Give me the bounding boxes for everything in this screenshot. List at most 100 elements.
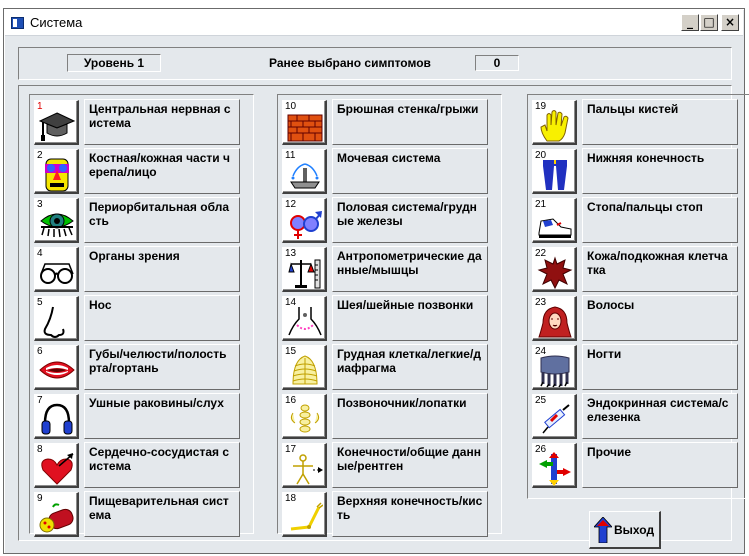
food-icon [39, 503, 74, 533]
arrows-icon [539, 452, 571, 486]
category-26-label[interactable]: Прочие [582, 442, 738, 488]
window-title: Система [30, 15, 83, 30]
category-3-label[interactable]: Периорбитальная область [84, 197, 240, 243]
category-item: 1 Центральная нервная система [34, 99, 252, 145]
category-10-label[interactable]: Брюшная стенка/грыжи [332, 99, 488, 145]
category-14-label[interactable]: Шея/шейные позвонки [332, 295, 488, 341]
category-8-button[interactable]: 8 [34, 443, 79, 488]
category-26-button[interactable]: 26 [532, 443, 577, 488]
category-item: 26 Прочие [532, 442, 749, 488]
category-25-label[interactable]: Эндокринная система/селезенка [582, 393, 738, 439]
close-button[interactable]: × [721, 14, 739, 31]
category-7-label[interactable]: Ушные раковины/слух [84, 393, 240, 439]
category-24-label[interactable]: Ногти [582, 344, 738, 390]
brick-wall-icon [287, 114, 323, 142]
category-4-label[interactable]: Органы зрения [84, 246, 240, 292]
category-3-button[interactable]: 3 [34, 198, 79, 243]
category-12-label[interactable]: Половая система/грудные железы [332, 197, 488, 243]
category-20-label[interactable]: Нижняя конечность [582, 148, 738, 194]
graduation-cap-icon [39, 112, 75, 141]
category-4-button[interactable]: 4 [34, 247, 79, 292]
category-23-label[interactable]: Волосы [582, 295, 738, 341]
category-14-button[interactable]: 14 [282, 296, 327, 341]
category-1-button[interactable]: 1 [34, 100, 79, 145]
category-item: 19 Пальцы кистей [532, 99, 749, 145]
category-18-label[interactable]: Верхняя конечность/кисть [332, 491, 488, 537]
level-indicator: Уровень 1 [67, 54, 161, 72]
shoe-icon [538, 218, 572, 238]
categories-panel: 1 Центральная нервная система 2 Костная/… [18, 85, 749, 549]
category-item: 21 Стопа/пальцы стоп [532, 197, 749, 243]
category-21-button[interactable]: 21 [532, 198, 577, 243]
category-22-label[interactable]: Кожа/подкожная клетчатка [582, 246, 738, 292]
category-item: 12 Половая система/грудные железы [282, 197, 500, 243]
exit-button[interactable]: Выход [589, 511, 661, 549]
category-16-button[interactable]: 16 [282, 394, 327, 439]
category-17-label[interactable]: Конечности/общие данные/рентген [332, 442, 488, 488]
category-18-button[interactable]: 18 [282, 492, 327, 537]
xray-icon [293, 454, 323, 485]
headphones-icon [41, 403, 73, 435]
category-2-button[interactable]: 2 [34, 149, 79, 194]
category-item: 15 Грудная клетка/легкие/диафрагма [282, 344, 500, 390]
category-21-label[interactable]: Стопа/пальцы стоп [582, 197, 738, 243]
category-22-button[interactable]: 22 [532, 247, 577, 292]
exit-label: Выход [614, 522, 655, 537]
hair-icon [538, 306, 572, 338]
nose-icon [43, 306, 65, 338]
category-13-label[interactable]: Антропометрические данные/мышцы [332, 246, 488, 292]
category-12-button[interactable]: 12 [282, 198, 327, 243]
category-10-button[interactable]: 10 [282, 100, 327, 145]
category-6-label[interactable]: Губы/челюсти/полость рта/гортань [84, 344, 240, 390]
spine-icon [290, 404, 320, 433]
glasses-icon [40, 263, 74, 284]
category-15-button[interactable]: 15 [282, 345, 327, 390]
category-11-label[interactable]: Мочевая система [332, 148, 488, 194]
category-20-button[interactable]: 20 [532, 149, 577, 194]
title-bar[interactable]: Система _ □ × [5, 10, 743, 36]
category-item: 9 Пищеварительная система [34, 491, 252, 537]
previous-symptoms-count: 0 [475, 55, 519, 71]
category-item: 13 Антропометрические данные/мышцы [282, 246, 500, 292]
nails-icon [540, 355, 570, 388]
category-13-button[interactable]: 13 [282, 247, 327, 292]
arm-icon [290, 502, 323, 531]
category-17-button[interactable]: 17 [282, 443, 327, 488]
category-column-1: 1 Центральная нервная система 2 Костная/… [29, 94, 254, 537]
category-item: 2 Костная/кожная части черепа/лицо [34, 148, 252, 194]
category-8-label[interactable]: Сердечно-сосудистая система [84, 442, 240, 488]
category-item: 5 Нос [34, 295, 252, 341]
category-19-button[interactable]: 19 [532, 100, 577, 145]
scales-icon [288, 259, 321, 289]
category-5-button[interactable]: 5 [34, 296, 79, 341]
category-16-label[interactable]: Позвоночник/лопатки [332, 393, 488, 439]
maximize-button[interactable]: □ [700, 14, 718, 31]
category-item: 4 Органы зрения [34, 246, 252, 292]
chest-icon [292, 355, 318, 385]
category-item: 24 Ногти [532, 344, 749, 390]
category-2-label[interactable]: Костная/кожная части черепа/лицо [84, 148, 240, 194]
category-5-label[interactable]: Нос [84, 295, 240, 341]
category-7-button[interactable]: 7 [34, 394, 79, 439]
category-24-button[interactable]: 24 [532, 345, 577, 390]
category-9-label[interactable]: Пищеварительная система [84, 491, 240, 537]
category-19-label[interactable]: Пальцы кистей [582, 99, 738, 145]
category-item: 14 Шея/шейные позвонки [282, 295, 500, 341]
category-25-button[interactable]: 25 [532, 394, 577, 439]
category-item: 7 Ушные раковины/слух [34, 393, 252, 439]
minimize-button[interactable]: _ [681, 14, 699, 31]
category-23-button[interactable]: 23 [532, 296, 577, 341]
category-9-button[interactable]: 9 [34, 492, 79, 537]
category-15-label[interactable]: Грудная клетка/легкие/диафрагма [332, 344, 488, 390]
window-controls: _ □ × [681, 14, 739, 31]
category-item: 10 Брюшная стенка/грыжи [282, 99, 500, 145]
app-icon [11, 16, 24, 29]
previous-symptoms-label: Ранее выбрано симптомов [269, 56, 431, 70]
category-item: 3 Периорбитальная область [34, 197, 252, 243]
category-item: 20 Нижняя конечность [532, 148, 749, 194]
category-6-button[interactable]: 6 [34, 345, 79, 390]
legs-icon [543, 160, 567, 190]
category-11-button[interactable]: 11 [282, 149, 327, 194]
category-1-label[interactable]: Центральная нервная система [84, 99, 240, 145]
status-panel: Уровень 1 Ранее выбрано симптомов 0 [18, 47, 732, 80]
